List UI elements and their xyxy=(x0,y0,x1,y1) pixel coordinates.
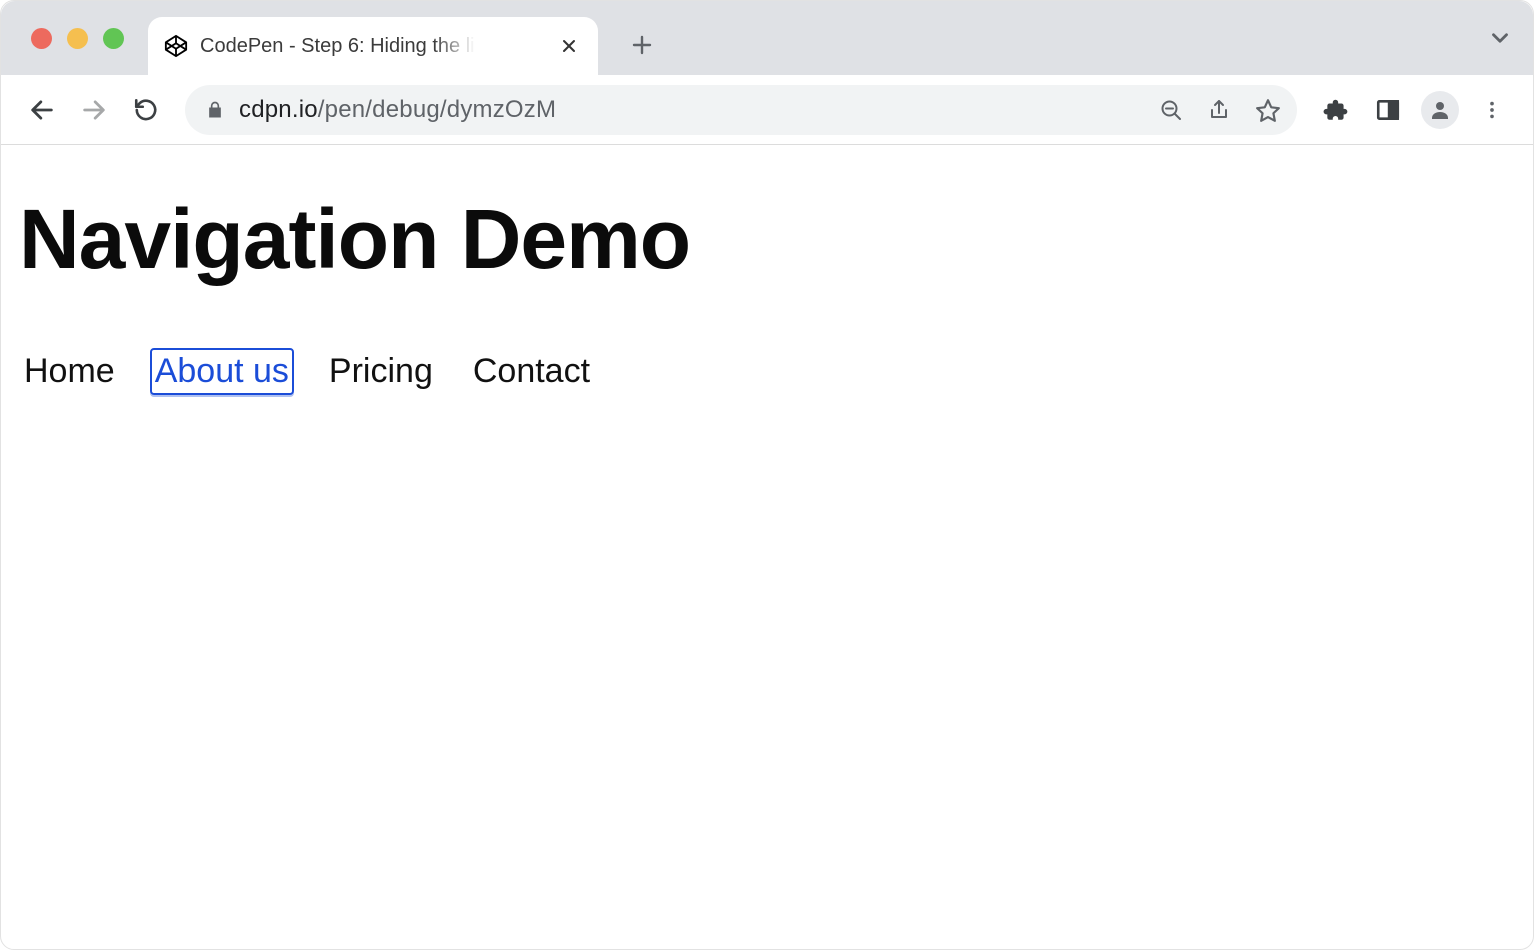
new-tab-button[interactable] xyxy=(620,23,664,67)
lock-icon xyxy=(205,100,225,120)
window-minimize-button[interactable] xyxy=(67,28,88,49)
tab-title: CodePen - Step 6: Hiding the li xyxy=(200,35,475,58)
browser-chrome: CodePen - Step 6: Hiding the li xyxy=(1,1,1533,145)
side-panel-button[interactable] xyxy=(1365,87,1411,133)
nav-reload-button[interactable] xyxy=(123,87,169,133)
tab-list-dropdown[interactable] xyxy=(1487,1,1513,75)
browser-tab-active[interactable]: CodePen - Step 6: Hiding the li xyxy=(148,17,598,75)
address-bar-url: cdpn.io/pen/debug/dymzOzM xyxy=(239,96,556,124)
zoom-icon[interactable] xyxy=(1159,98,1183,122)
url-domain: cdpn.io xyxy=(239,96,318,123)
page-content: Navigation Demo Home About us Pricing Co… xyxy=(1,145,1533,395)
codepen-icon xyxy=(164,34,188,58)
nav-forward-button[interactable] xyxy=(71,87,117,133)
url-path: /pen/debug/dymzOzM xyxy=(318,96,556,123)
nav-link-about-us[interactable]: About us xyxy=(150,348,294,395)
address-bar[interactable]: cdpn.io/pen/debug/dymzOzM xyxy=(185,85,1297,135)
main-nav: Home About us Pricing Contact xyxy=(19,348,1515,395)
window-zoom-button[interactable] xyxy=(103,28,124,49)
tab-close-button[interactable] xyxy=(558,35,580,57)
window-close-button[interactable] xyxy=(31,28,52,49)
share-icon[interactable] xyxy=(1207,98,1231,122)
nav-link-pricing[interactable]: Pricing xyxy=(324,348,438,395)
page-title: Navigation Demo xyxy=(19,191,1515,288)
extensions-button[interactable] xyxy=(1313,87,1359,133)
profile-button[interactable] xyxy=(1417,87,1463,133)
avatar-icon xyxy=(1421,91,1459,129)
tab-strip: CodePen - Step 6: Hiding the li xyxy=(1,1,1533,75)
bookmark-star-icon[interactable] xyxy=(1255,97,1281,123)
kebab-menu-button[interactable] xyxy=(1469,87,1515,133)
browser-toolbar: cdpn.io/pen/debug/dymzOzM xyxy=(1,75,1533,145)
nav-back-button[interactable] xyxy=(19,87,65,133)
window-controls xyxy=(1,1,124,75)
nav-link-contact[interactable]: Contact xyxy=(468,348,595,395)
nav-link-home[interactable]: Home xyxy=(19,348,120,395)
